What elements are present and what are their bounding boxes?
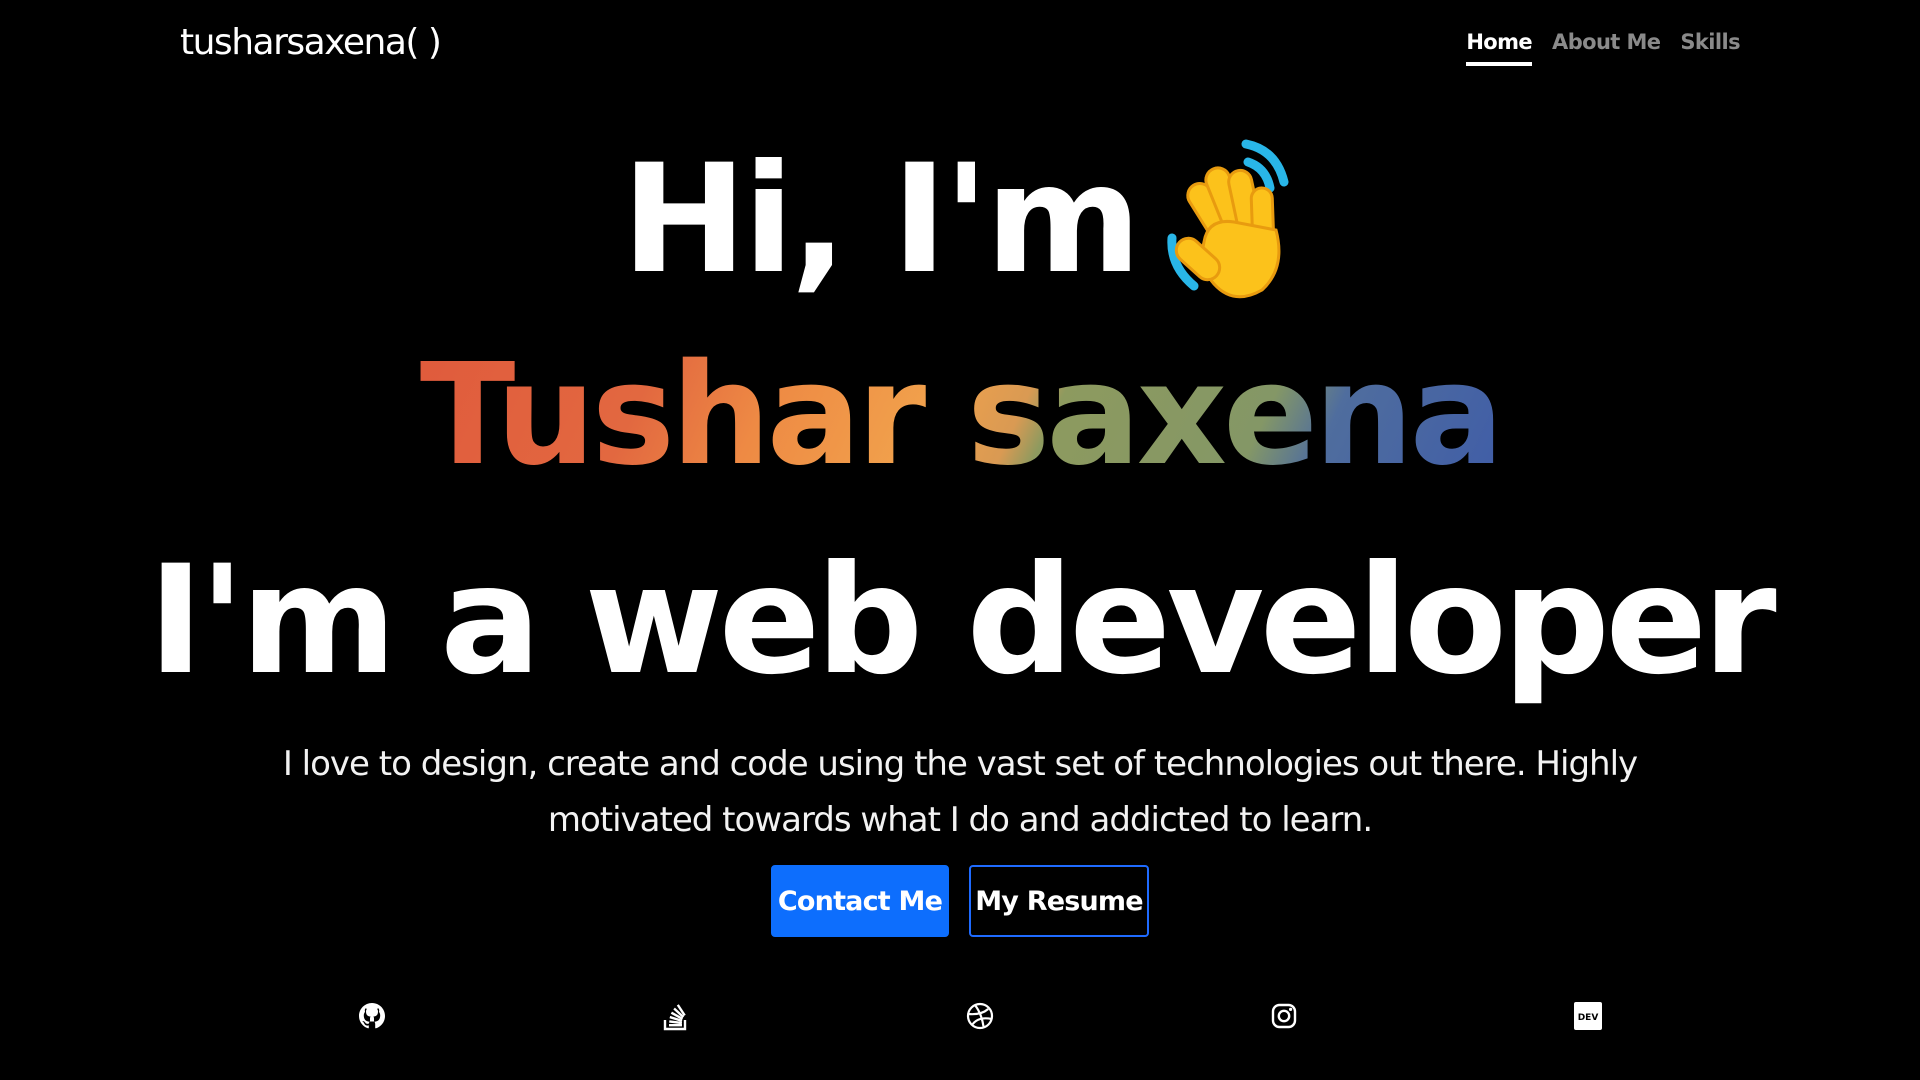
nav-home[interactable]: Home <box>1466 30 1533 66</box>
github-icon <box>359 1003 385 1029</box>
hero-section: Hi, I'm Tushar saxena I'm a web develope… <box>0 130 1920 848</box>
instagram-icon <box>1271 1003 1297 1029</box>
hero-role: I'm a web developer <box>147 534 1777 708</box>
dribbble-icon <box>966 1002 994 1030</box>
stackoverflow-icon <box>663 1004 687 1031</box>
stackoverflow-link[interactable] <box>658 998 694 1034</box>
dribbble-link[interactable] <box>962 998 998 1034</box>
dev-to-icon: DEV <box>1574 1002 1602 1030</box>
site-brand[interactable]: tusharsaxena( ) <box>180 22 442 63</box>
greeting-line: Hi, I'm <box>621 130 1298 310</box>
dev-to-link[interactable]: DEV <box>1570 998 1606 1034</box>
social-links: DEV <box>0 998 1920 1034</box>
nav-skills[interactable]: Skills <box>1680 30 1740 66</box>
contact-me-button[interactable]: Contact Me <box>771 865 949 937</box>
waving-hand-icon <box>1167 139 1289 298</box>
greeting-text: Hi, I'm <box>621 133 1141 307</box>
hero-intro: I love to design, create and code using … <box>282 744 1638 840</box>
nav-about-me[interactable]: About Me <box>1552 30 1661 66</box>
svg-text:DEV: DEV <box>1578 1013 1599 1023</box>
instagram-link[interactable] <box>1266 998 1302 1034</box>
cta-buttons: Contact Me My Resume <box>0 865 1920 937</box>
my-resume-button[interactable]: My Resume <box>969 865 1149 937</box>
main-nav: Home About Me Skills <box>1466 30 1741 66</box>
github-link[interactable] <box>354 998 390 1034</box>
portfolio-page: tusharsaxena( ) Home About Me Skills Hi,… <box>0 0 1920 1080</box>
hero-name: Tushar saxena <box>420 316 1504 516</box>
